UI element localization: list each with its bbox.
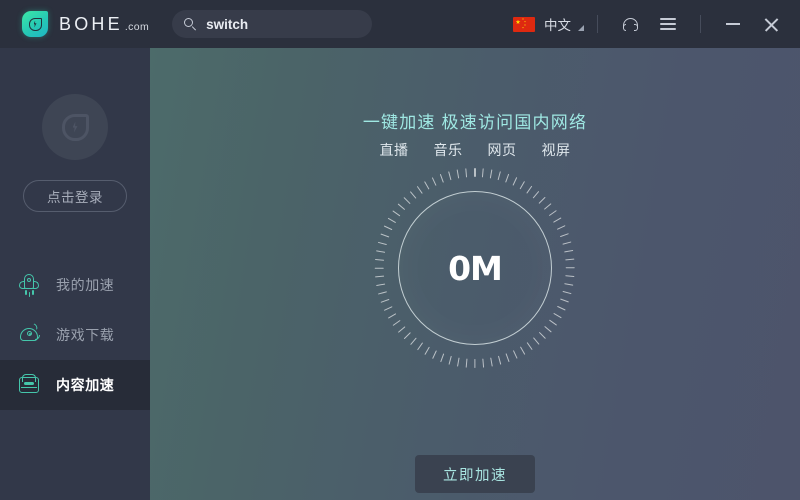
sidebar: 点击登录 我的加速 游戏下载 内容加速: [0, 48, 150, 500]
sidebar-item-content-acceleration[interactable]: 内容加速: [0, 360, 150, 410]
brand-text: BOHE .com: [59, 14, 149, 35]
brand-name: BOHE: [59, 13, 123, 34]
avatar-bolt-icon: [72, 121, 78, 133]
avatar-shield-icon: [61, 113, 89, 141]
divider: [597, 15, 598, 33]
sidebar-item-my-acceleration[interactable]: 我的加速: [0, 260, 150, 310]
inbox-icon: [16, 372, 42, 398]
close-button[interactable]: [758, 11, 784, 37]
hamburger-menu-icon: [660, 18, 676, 30]
china-flag-icon: [513, 16, 535, 32]
search-value: switch: [206, 16, 249, 32]
speed-dial: 0M: [374, 168, 575, 368]
main-content: 一键加速 极速访问国内网络 直播 音乐 网页 视屏 0M 立即加速: [150, 48, 800, 500]
brand-logo[interactable]: BOHE .com: [22, 11, 149, 37]
close-icon: [764, 17, 779, 32]
minimize-button[interactable]: [720, 11, 746, 37]
accelerate-button[interactable]: 立即加速: [415, 455, 535, 493]
sidebar-item-label: 游戏下载: [56, 327, 115, 343]
search-icon: [184, 17, 197, 31]
tag-video[interactable]: 视屏: [542, 140, 571, 160]
dial-speed-value: 0M: [448, 248, 503, 288]
support-button[interactable]: [617, 11, 643, 37]
logo-shield-icon: [28, 17, 42, 31]
logo-bolt-icon: [33, 20, 37, 28]
sidebar-item-label: 我的加速: [56, 277, 115, 293]
headset-icon: [622, 17, 638, 31]
avatar[interactable]: [42, 94, 108, 160]
login-button[interactable]: 点击登录: [23, 180, 127, 212]
language-selector[interactable]: 中文: [513, 11, 584, 37]
search-input[interactable]: switch: [172, 10, 373, 38]
divider: [700, 15, 701, 33]
sidebar-nav: 我的加速 游戏下载 内容加速: [0, 260, 150, 410]
titlebar-actions: 中文: [513, 0, 800, 48]
brand-suffix: .com: [124, 20, 150, 33]
minimize-icon: [726, 23, 740, 25]
language-label: 中文: [544, 18, 571, 33]
chevron-down-icon: [578, 24, 584, 31]
tag-webpage[interactable]: 网页: [488, 140, 517, 160]
category-tags: 直播 音乐 网页 视屏: [150, 140, 800, 160]
tag-music[interactable]: 音乐: [434, 140, 463, 160]
tag-live[interactable]: 直播: [380, 140, 409, 160]
sidebar-item-game-download[interactable]: 游戏下载: [0, 310, 150, 360]
app-window: BOHE .com switch 中文 点击登录 我的加速 游戏下载 内容加速 …: [0, 0, 800, 500]
bohe-logo-icon: [22, 11, 48, 37]
rocket-icon: [16, 272, 42, 298]
alien-game-icon: [16, 322, 42, 348]
sidebar-item-label: 内容加速: [56, 377, 115, 393]
title-bar: BOHE .com switch 中文: [0, 0, 800, 48]
menu-button[interactable]: [655, 11, 681, 37]
page-title: 一键加速 极速访问国内网络: [362, 113, 588, 132]
